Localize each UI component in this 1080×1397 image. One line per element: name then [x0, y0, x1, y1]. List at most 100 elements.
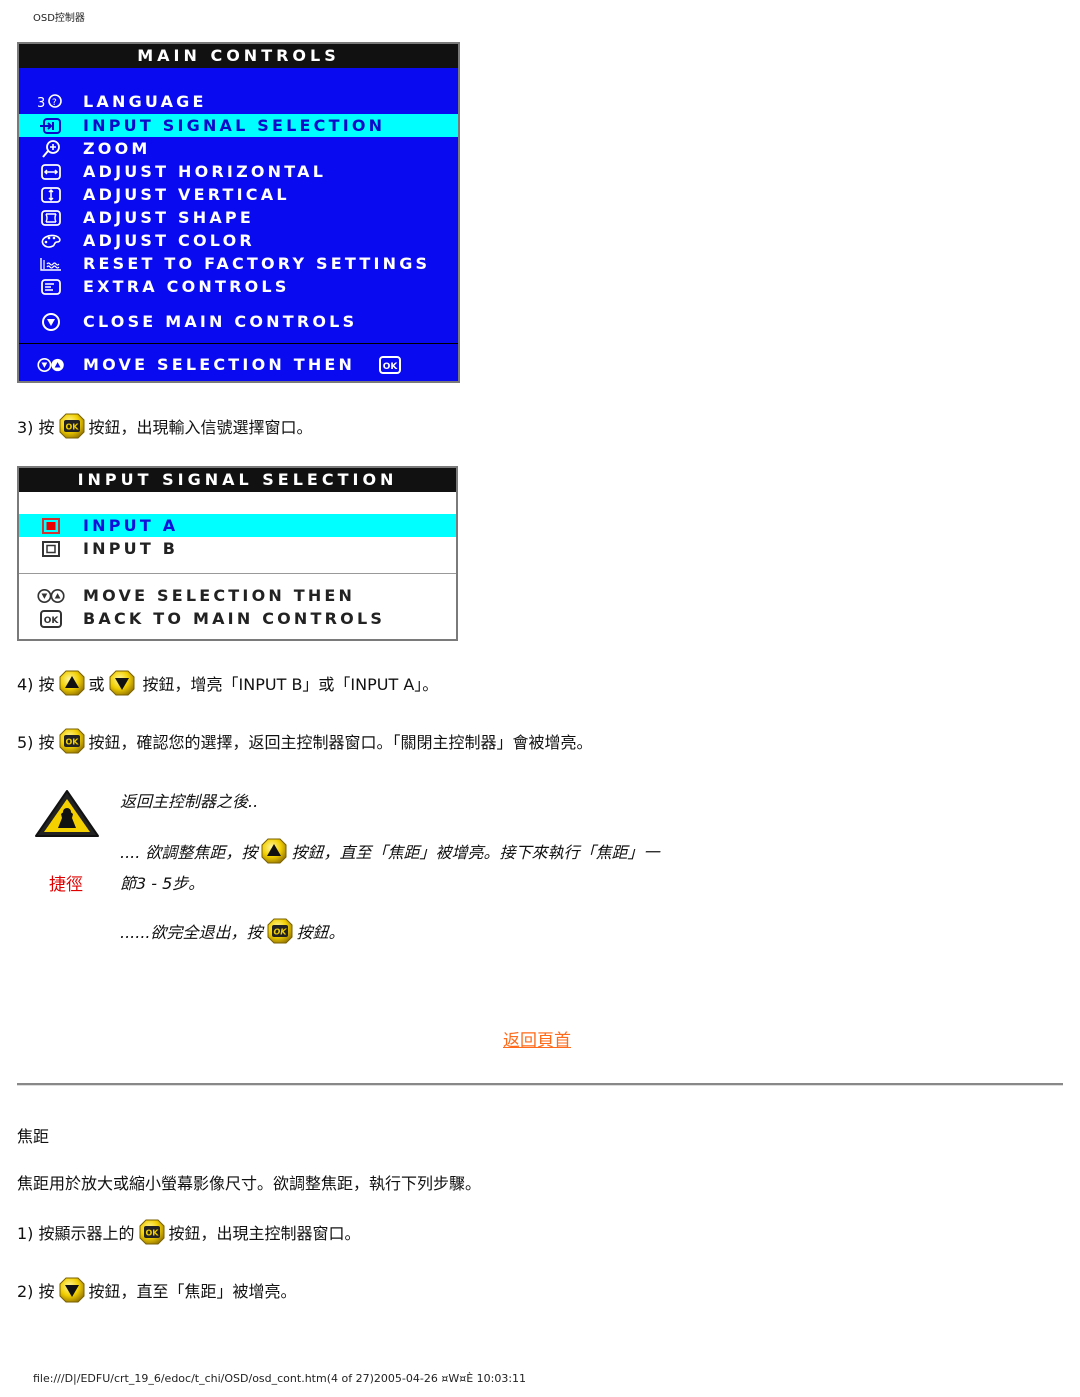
osd-item-label: ZOOM	[83, 139, 151, 158]
step-5-text: 按鈕，確認您的選擇，返回主控制器窗口。「關閉主控制器」會被增亮。	[88, 733, 593, 752]
osd-item-adjust-vertical: ADJUST VERTICAL	[19, 183, 458, 206]
zoom-section-title: 焦距	[17, 1123, 49, 1147]
input-footer-label: BACK TO MAIN CONTROLS	[83, 609, 386, 628]
down-button-icon	[108, 669, 136, 697]
step-3-text: 按鈕，出現輸入信號選擇窗口。	[88, 418, 313, 437]
warning-icon	[33, 788, 101, 844]
osd-item-zoom: ZOOM	[19, 137, 458, 160]
step-3-number: 3) 按	[17, 418, 55, 437]
page-header-title: OSD控制器	[33, 13, 85, 24]
footer-timestamp: 2005-04-26 ¤W¤È 10:03:11	[373, 1372, 527, 1385]
down-button-icon	[58, 1276, 86, 1304]
zoom-section-description: 焦距用於放大或縮小螢幕影像尺寸。欲調整焦距，執行下列步驟。	[17, 1170, 481, 1194]
input-a-icon	[37, 517, 65, 535]
shortcut-line-3-pre: ......欲完全退出，按	[120, 923, 263, 942]
input-item-a: INPUT A	[19, 514, 456, 537]
osd-item-label: LANGUAGE	[83, 92, 207, 111]
osd-item-adjust-color: ADJUST COLOR	[19, 229, 458, 252]
page-footer: file:///D|/EDFU/crt_19_6/edoc/t_chi/OSD/…	[33, 1372, 526, 1385]
down-up-icon	[37, 356, 65, 374]
adjust-shape-icon	[37, 209, 65, 227]
zoom-step-1-text: 按鈕，出現主控制器窗口。	[168, 1224, 361, 1243]
zoom-step-1-number: 1) 按顯示器上的	[17, 1224, 135, 1243]
zoom-step-2-number: 2) 按	[17, 1282, 55, 1301]
osd-item-label: ADJUST SHAPE	[83, 208, 254, 227]
osd-item-reset-factory: RESET TO FACTORY SETTINGS	[19, 252, 458, 275]
zoom-step-2: 2) 按 按鈕，直至「焦距」被增亮。	[17, 1276, 297, 1304]
shortcut-line-3-post: 按鈕。	[296, 923, 345, 942]
osd-item-label: ADJUST COLOR	[83, 231, 255, 250]
osd-footer: MOVE SELECTION THEN OK	[19, 353, 458, 376]
osd-item-label: EXTRA CONTROLS	[83, 277, 290, 296]
input-b-icon	[37, 540, 65, 558]
osd-item-extra-controls: EXTRA CONTROLS	[19, 275, 458, 298]
osd-item-input-signal-selection: INPUT SIGNAL SELECTION	[19, 114, 458, 137]
shortcut-line-1: .... 欲調整焦距，按 按鈕，直至「焦距」被增亮。接下來執行「焦距」一	[120, 837, 659, 865]
shortcut-line-3: ......欲完全退出，按 按鈕。	[120, 917, 345, 945]
svg-text:?: ?	[52, 98, 57, 108]
osd-item-label: RESET TO FACTORY SETTINGS	[83, 254, 431, 273]
shortcut-line-1-pre: .... 欲調整焦距，按	[120, 843, 258, 862]
footer-path: file:///D|/EDFU/crt_19_6/edoc/t_chi/OSD/…	[33, 1372, 327, 1385]
zoom-section-title-text: 焦距	[17, 1127, 50, 1146]
ok-box-icon: OK	[379, 355, 402, 374]
down-circle-icon	[37, 312, 65, 331]
step-4-text: 按鈕，增亮「INPUT B」或「INPUT A」。	[142, 675, 439, 694]
osd-item-label: CLOSE MAIN CONTROLS	[83, 312, 358, 331]
shortcut-line-2-text: 節3 - 5步。	[120, 874, 205, 893]
up-button-icon	[260, 837, 288, 865]
osd-divider	[19, 573, 456, 574]
ok-box-icon: OK	[37, 609, 65, 628]
adjust-vertical-icon	[37, 186, 65, 204]
osd-divider	[19, 343, 458, 344]
step-3: 3) 按 按鈕，出現輸入信號選擇窗口。	[17, 412, 313, 440]
osd-item-label: INPUT SIGNAL SELECTION	[83, 116, 386, 135]
ok-button-icon	[138, 1218, 166, 1246]
input-item-label: INPUT B	[83, 539, 179, 558]
main-controls-osd: MAIN CONTROLS 3? LANGUAGE INPUT SIGNAL S…	[17, 42, 460, 383]
factory-icon	[37, 255, 65, 273]
back-to-top-link[interactable]: 返回頁首	[503, 1026, 571, 1051]
down-up-icon	[37, 587, 65, 605]
osd-item-adjust-horizontal: ADJUST HORIZONTAL	[19, 160, 458, 183]
input-footer-line2: OK BACK TO MAIN CONTROLS	[19, 607, 456, 630]
osd-item-adjust-shape: ADJUST SHAPE	[19, 206, 458, 229]
svg-text:OK: OK	[383, 362, 399, 372]
step-4-number: 4) 按	[17, 675, 55, 694]
ok-button-icon	[266, 917, 294, 945]
shortcut-line-2: 節3 - 5步。	[120, 870, 204, 894]
zoom-description-text: 焦距用於放大或縮小螢幕影像尺寸。欲調整焦距，執行下列步驟。	[17, 1174, 482, 1193]
extra-controls-icon	[37, 278, 65, 296]
input-selection-title: INPUT SIGNAL SELECTION	[19, 468, 456, 492]
shortcut-line-1-post: 按鈕，直至「焦距」被增亮。接下來執行「焦距」一	[291, 843, 660, 862]
language-icon: 3?	[37, 93, 65, 111]
osd-item-label: ADJUST HORIZONTAL	[83, 162, 327, 181]
svg-text:OK: OK	[44, 616, 60, 626]
horizontal-divider	[17, 1083, 1063, 1086]
input-signal-icon	[37, 117, 65, 135]
input-footer-label: MOVE SELECTION THEN	[83, 586, 356, 605]
osd-item-label: ADJUST VERTICAL	[83, 185, 290, 204]
osd-item-language: 3? LANGUAGE	[19, 90, 458, 113]
shortcut-heading-text: 返回主控制器之後..	[120, 792, 259, 811]
up-button-icon	[58, 669, 86, 697]
footer-page: (4 of 27)	[326, 1372, 374, 1385]
input-signal-selection-osd: INPUT SIGNAL SELECTION INPUT A INPUT B M…	[17, 466, 458, 641]
osd-item-close-main-controls: CLOSE MAIN CONTROLS	[19, 310, 458, 333]
zoom-step-2-text: 按鈕，直至「焦距」被增亮。	[88, 1282, 297, 1301]
palette-icon	[37, 232, 65, 250]
input-footer-line1: MOVE SELECTION THEN	[19, 584, 456, 607]
ok-button-icon	[58, 727, 86, 755]
step-5-number: 5) 按	[17, 733, 55, 752]
step-4-or: 或	[88, 675, 105, 694]
svg-text:3: 3	[37, 96, 45, 111]
main-controls-title: MAIN CONTROLS	[19, 44, 458, 68]
shortcut-label: 捷徑	[49, 875, 83, 895]
step-5: 5) 按 按鈕，確認您的選擇，返回主控制器窗口。「關閉主控制器」會被增亮。	[17, 727, 593, 755]
zoom-step-1: 1) 按顯示器上的 按鈕，出現主控制器窗口。	[17, 1218, 361, 1246]
step-4: 4) 按 或 按鈕，增亮「INPUT B」或「INPUT A」。	[17, 669, 438, 697]
adjust-horizontal-icon	[37, 163, 65, 181]
input-item-label: INPUT A	[83, 516, 179, 535]
input-item-b: INPUT B	[19, 537, 456, 560]
ok-button-icon	[58, 412, 86, 440]
